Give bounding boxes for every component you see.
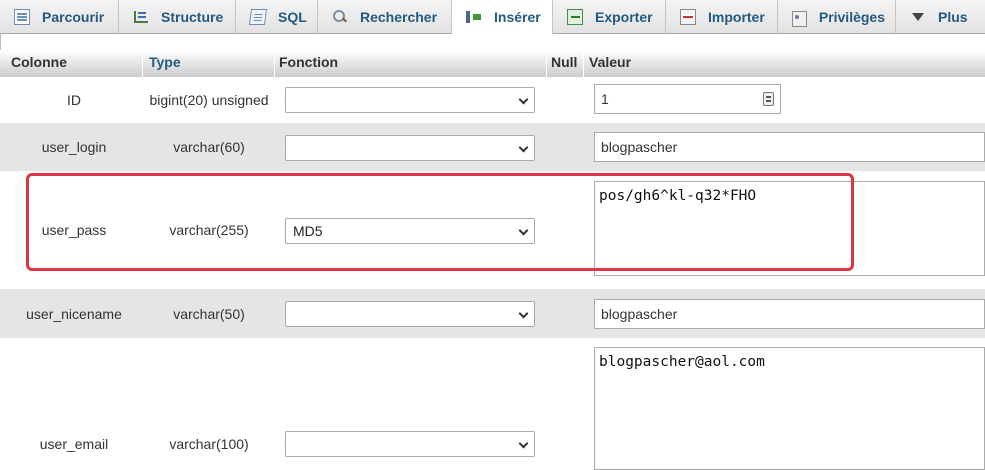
tab-label: Insérer [494, 8, 541, 25]
tab-browse[interactable]: Parcourir [0, 0, 119, 33]
insert-icon [466, 9, 482, 25]
column-type: varchar(100) [169, 436, 249, 452]
column-name: ID [67, 92, 81, 108]
structure-icon [133, 9, 149, 25]
column-name: user_login [41, 139, 107, 155]
table-row: user_nicename varchar(50) blogpascher [0, 289, 985, 338]
header-type[interactable]: Type [149, 50, 181, 77]
spinner-icon[interactable] [763, 92, 774, 106]
function-select[interactable]: MD5 [285, 218, 535, 244]
value-textarea[interactable]: blogpascher@aol.com [594, 347, 985, 470]
column-name: user_email [39, 436, 109, 452]
tab-privileges[interactable]: Privilèges [778, 0, 896, 33]
privileges-icon [792, 10, 807, 27]
tab-label: Plus [938, 8, 968, 25]
table-row: user_login varchar(60) blogpascher [0, 123, 985, 171]
tab-sql[interactable]: SQL [236, 0, 318, 33]
function-select[interactable] [285, 301, 535, 327]
column-type: varchar(255) [169, 222, 249, 238]
column-type: bigint(20) unsigned [149, 92, 269, 108]
tab-more[interactable]: Plus [896, 0, 985, 33]
chevron-down-icon [518, 225, 529, 236]
tab-structure[interactable]: Structure [119, 0, 236, 33]
function-select[interactable] [285, 431, 535, 457]
caret-down-icon [910, 9, 926, 25]
tab-label: Importer [708, 8, 765, 25]
browse-icon [14, 8, 30, 25]
tab-insert[interactable]: Insérer [452, 0, 553, 34]
header-value: Valeur [589, 54, 632, 70]
header-separator [583, 50, 584, 77]
chevron-down-icon [518, 94, 529, 105]
table-header: Colonne Type Fonction Null Valeur [0, 50, 985, 77]
value-input[interactable]: blogpascher [594, 132, 985, 162]
value-text: blogpascher@aol.com [599, 354, 765, 370]
header-separator [274, 50, 275, 77]
header-column: Colonne [11, 54, 67, 70]
table-row: user_email varchar(100) blogpascher@aol.… [0, 338, 985, 470]
value-input[interactable]: 1 [594, 84, 781, 114]
header-function: Fonction [279, 54, 339, 70]
header-separator [546, 50, 547, 77]
tab-label: Structure [161, 8, 224, 25]
header-null: Null [551, 54, 578, 70]
tab-import[interactable]: Importer [666, 0, 778, 33]
tab-label: Privilèges [818, 8, 885, 25]
function-select[interactable] [285, 87, 535, 113]
export-icon [567, 8, 583, 25]
value-text: blogpascher [601, 139, 678, 155]
tab-search[interactable]: Rechercher [318, 0, 452, 33]
table-row: ID bigint(20) unsigned 1 [0, 77, 985, 123]
header-separator [142, 50, 143, 77]
table-row: user_pass varchar(255) MD5 pos/gh6^kl-q3… [0, 171, 985, 289]
search-icon [332, 9, 348, 25]
tab-label: SQL [278, 8, 307, 25]
tab-label: Exporter [595, 8, 653, 25]
tab-bar: Parcourir Structure SQL Rechercher Insér… [0, 0, 985, 34]
value-text: 1 [601, 91, 609, 107]
function-select[interactable] [285, 135, 535, 161]
tab-label: Rechercher [360, 8, 438, 25]
tab-label: Parcourir [42, 8, 105, 25]
value-text: pos/gh6^kl-q32*FHO [599, 188, 757, 204]
function-value: MD5 [293, 223, 323, 239]
value-input[interactable]: blogpascher [594, 299, 985, 329]
import-icon [680, 8, 696, 25]
chevron-down-icon [518, 438, 529, 449]
column-name: user_nicename [26, 305, 122, 322]
tab-export[interactable]: Exporter [553, 0, 666, 33]
column-name: user_pass [41, 222, 107, 238]
value-textarea[interactable]: pos/gh6^kl-q32*FHO [594, 181, 985, 276]
column-type: varchar(50) [173, 305, 245, 322]
chevron-down-icon [518, 308, 529, 319]
value-text: blogpascher [601, 306, 678, 322]
sql-icon [248, 8, 268, 25]
column-type: varchar(60) [173, 139, 245, 155]
chevron-down-icon [518, 142, 529, 153]
